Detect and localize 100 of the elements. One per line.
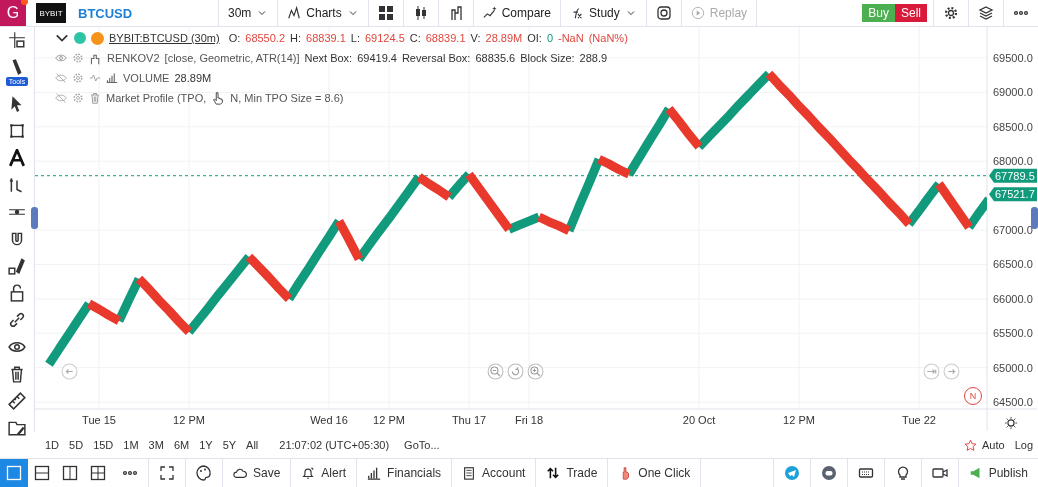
ohlc-label: O: [228, 32, 241, 44]
readout-value: 68835.6 [475, 52, 516, 64]
status-dot [74, 32, 86, 44]
ruler-icon[interactable] [8, 392, 26, 410]
range-button[interactable]: All [241, 439, 264, 451]
fullscreen-icon[interactable] [159, 465, 175, 481]
price-axis-label: 65000.0 [993, 361, 1033, 374]
range-button[interactable]: 5D [64, 439, 89, 451]
alert-button[interactable]: Alert [291, 459, 358, 487]
ohlc-label: OI: [527, 32, 542, 44]
price-tag: 67789.5 [989, 168, 1037, 183]
up-down-arrows-icon [546, 466, 561, 480]
log-scale-button[interactable]: Log [1009, 439, 1038, 451]
readout-label: Block Size: [520, 52, 575, 64]
ohlc-value: 68839.1 [306, 32, 346, 44]
cloud-icon [233, 466, 247, 480]
rectangle-icon[interactable] [8, 122, 26, 140]
zoom-out-icon[interactable] [487, 363, 504, 380]
publish-button[interactable]: Publish [957, 459, 1038, 487]
price-axis-label: 67000.0 [993, 224, 1033, 237]
price-axis-label: 66000.0 [993, 292, 1033, 305]
instagram-icon[interactable] [655, 5, 672, 21]
chart-type-icon [287, 6, 302, 20]
price-axis-label: 64500.0 [993, 396, 1033, 409]
trade-button[interactable]: Trade [536, 459, 609, 487]
ohlc-label: V: [470, 32, 481, 44]
time-axis-label: Thu 17 [451, 414, 487, 426]
grid-layout-icon[interactable] [377, 5, 394, 21]
price-axis-label: 68500.0 [993, 120, 1033, 133]
chat-icon[interactable] [820, 465, 837, 481]
time-axis-label: Fri 18 [514, 414, 544, 426]
time-axis-label: Tue 15 [82, 414, 116, 426]
charts-dropdown[interactable]: Charts [278, 0, 369, 26]
range-button[interactable]: 1D [40, 439, 65, 451]
study-name: RENKOV2 [107, 52, 160, 64]
time-axis-label: 12 PM [373, 414, 405, 426]
study-params: [close, Geometric, ATR(14)] [164, 52, 300, 64]
price-tag: 67521.7 [989, 187, 1037, 202]
ohlc-value: 68839.1 [425, 32, 466, 44]
save-button[interactable]: Save [223, 459, 292, 487]
readout-value: 69419.4 [357, 52, 397, 64]
hand-cursor-icon [211, 90, 226, 106]
collapse-handle[interactable] [31, 207, 38, 229]
interval-dropdown[interactable]: 30m [218, 0, 279, 26]
study-value: 28.89M [174, 72, 212, 84]
keyboard-icon[interactable] [857, 465, 874, 481]
palette-icon[interactable] [196, 465, 212, 481]
collapse-handle[interactable] [1031, 207, 1038, 229]
symbol-link[interactable]: BYBIT:BTCUSD (30m) [109, 32, 220, 44]
financials-button[interactable]: Financials [357, 459, 453, 487]
video-icon[interactable] [931, 465, 948, 481]
range-button[interactable]: 1Y [194, 439, 218, 451]
clipboard-icon [462, 466, 477, 480]
range-button[interactable]: 6M [168, 439, 195, 451]
settings-icon[interactable] [943, 5, 959, 21]
account-button[interactable]: Account [452, 459, 537, 487]
ohlc-value: 0 [546, 32, 553, 44]
oneclick-button[interactable]: One Click [608, 459, 702, 487]
single-layout-icon [6, 465, 22, 481]
ohlc-value: 69124.5 [365, 32, 405, 44]
link-icon[interactable] [8, 311, 26, 329]
exchange-logo: BYBIT [36, 3, 66, 23]
ohlc-label: H: [290, 32, 302, 44]
zoom-in-icon[interactable] [527, 363, 544, 380]
price-axis-label: 66500.0 [993, 258, 1033, 271]
star-icon[interactable] [964, 438, 977, 452]
text-icon[interactable] [8, 149, 26, 167]
price-axis-label: 69500.0 [993, 51, 1033, 64]
range-button[interactable]: 5Y [217, 439, 242, 451]
user-avatar[interactable]: G [0, 0, 26, 26]
grid-layout-icon [90, 465, 106, 481]
time-axis-label: Wed 16 [310, 414, 348, 426]
study-dropdown[interactable]: Study [561, 0, 647, 26]
lock-drawing-icon[interactable] [8, 257, 26, 275]
volume-bars-icon [106, 72, 118, 84]
reset-icon[interactable] [507, 363, 524, 380]
price-axis-label: 69000.0 [993, 86, 1033, 99]
telegram-icon[interactable] [783, 465, 800, 481]
compare-button[interactable]: Compare [473, 0, 562, 26]
change-percent: (NaN%) [588, 32, 628, 44]
settings-icon[interactable] [1004, 416, 1018, 430]
folder-icon[interactable] [8, 419, 26, 437]
notification-dot [21, 0, 28, 5]
symbol-name[interactable]: BTCUSD [66, 5, 218, 21]
sell-button[interactable]: Sell [895, 4, 927, 22]
play-icon [690, 6, 705, 20]
goto-button[interactable]: GoTo... [399, 439, 445, 451]
trash-icon[interactable] [8, 365, 26, 383]
lock-icon[interactable] [8, 284, 26, 302]
ohlc-value: 68550.2 [245, 32, 286, 44]
readout-label: Next Box: [304, 52, 353, 64]
range-button[interactable]: 3M [143, 439, 169, 451]
range-button[interactable]: 1M [118, 439, 144, 451]
auto-scale-button[interactable]: Auto [977, 439, 1010, 451]
crosshair-icon[interactable] [8, 31, 26, 49]
compare-icon [482, 6, 497, 20]
ohlc-label: L: [350, 32, 360, 44]
range-button[interactable]: 15D [88, 439, 119, 451]
layers-icon[interactable] [978, 5, 994, 21]
rows-layout-icon [34, 465, 50, 481]
